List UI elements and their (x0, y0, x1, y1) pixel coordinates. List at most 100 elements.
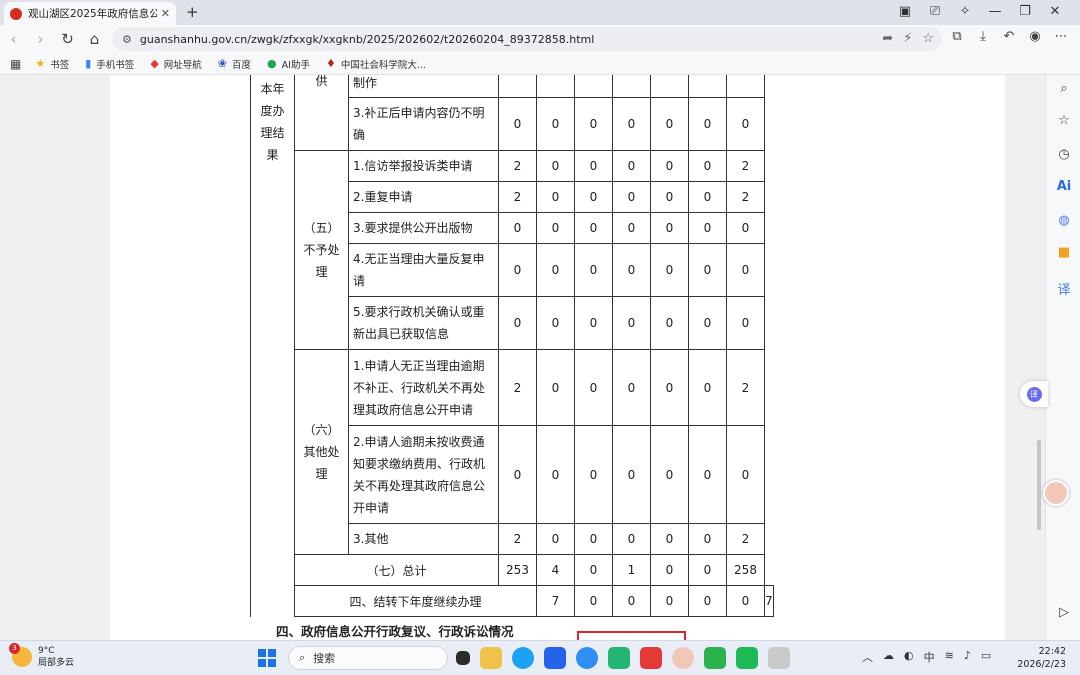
cell-value: 253 (498, 554, 537, 586)
assistant-avatar[interactable] (1043, 480, 1069, 506)
cell-value: 0 (650, 181, 689, 213)
tool-icon[interactable] (768, 647, 790, 669)
minimize-button[interactable]: — (980, 2, 1010, 22)
edge-icon[interactable] (512, 647, 534, 669)
volume-icon[interactable]: ♪ (964, 649, 971, 665)
restore-button[interactable]: ❐ (1010, 2, 1040, 22)
cell-value: 0 (498, 425, 537, 524)
cloud-icon[interactable]: ☁ (883, 649, 894, 665)
close-window-button[interactable]: ✕ (1040, 2, 1070, 22)
cell-value: 258 (726, 554, 765, 586)
forward-button[interactable]: › (27, 30, 54, 48)
file-explorer-icon[interactable] (480, 647, 502, 669)
table-row: 本年 度办 理结 果 供 制作 (250, 75, 774, 617)
store-icon[interactable] (544, 647, 566, 669)
cell-value: 4 (536, 554, 575, 586)
download-icon[interactable]: ⤓ (970, 29, 996, 44)
site-info-icon[interactable]: ⚙ (122, 33, 132, 46)
search-icon[interactable]: ⌕ (1054, 81, 1074, 96)
share-icon[interactable]: ➦ (882, 31, 893, 46)
back-button[interactable]: ‹ (0, 30, 27, 48)
cell-value: 0 (612, 349, 651, 426)
section-heading: 四、政府信息公开行政复议、行政诉讼情况 (276, 624, 514, 639)
reload-button[interactable]: ↻ (54, 30, 81, 48)
security-icon[interactable]: ◐ (904, 649, 914, 665)
carryover-label: 四、结转下年度继续办理 (294, 585, 537, 617)
cell-value: 0 (688, 243, 727, 297)
mobile-icon[interactable]: ⎚ (920, 2, 950, 22)
subgroup-label-supply: 供 (294, 75, 349, 151)
cell-value: 0 (726, 425, 765, 524)
bookmark-item[interactable]: ● AI助手 (267, 57, 310, 71)
cell-value: 0 (574, 97, 613, 151)
start-button[interactable] (258, 649, 276, 667)
profile-icon[interactable]: ◉ (1022, 29, 1048, 44)
cell-value: 0 (726, 243, 765, 297)
taskbar-search[interactable]: ⌕ 搜索 (288, 646, 448, 670)
table-row-total: （七）总计 253 4 0 1 0 0 258 (251, 554, 774, 586)
cell-value: 0 (536, 181, 575, 213)
apps-grid-icon[interactable]: ▦ (10, 57, 21, 71)
browser-icon[interactable] (576, 647, 598, 669)
tab-active[interactable]: 观山湖区2025年政府信息公开工 ✕ (4, 2, 176, 25)
bookmark-item[interactable]: ▮ 手机书签 (85, 57, 134, 71)
table-body: 本年 度办 理结 果 供 制作 3.补正后申请内容仍不明确 0 0 0 0 0 … (250, 75, 774, 617)
bookmark-item[interactable]: ◆ 网址导航 (150, 57, 201, 71)
ai-assistant-icon[interactable]: Ai (1054, 179, 1074, 194)
wechat-icon[interactable] (704, 647, 726, 669)
undo-icon[interactable]: ↶ (996, 29, 1022, 44)
row-label: 1.申请人无正当理由逾期不补正、行政机关不再处理其政府信息公开申请 (348, 349, 499, 426)
clock[interactable]: 22:42 2026/2/23 (1017, 645, 1066, 671)
row-label: 1.信访举报投诉类申请 (348, 150, 499, 182)
chat-icon[interactable] (736, 647, 758, 669)
cell-value: 2 (726, 349, 765, 426)
bookmark-item[interactable]: ★ 书签 (35, 57, 69, 71)
weather-widget[interactable]: 3 9°C 局部多云 (9, 643, 74, 669)
star-icon: ★ (35, 57, 46, 70)
row-label: 4.无正当理由大量反复申请 (348, 243, 499, 297)
toolbox-icon[interactable]: ■ (1054, 245, 1074, 260)
game-icon[interactable]: ◍ (1054, 213, 1074, 228)
weather-icon: 3 (9, 643, 32, 667)
cell-value: 0 (650, 212, 689, 244)
clock-time: 22:42 (1038, 646, 1066, 657)
assistant-app-icon[interactable] (672, 647, 694, 669)
history-icon[interactable]: ◷ (1054, 147, 1074, 162)
translate-icon[interactable]: 译 (1054, 279, 1074, 298)
bookmark-item[interactable]: ♦ 中国社会科学院大... (326, 57, 426, 71)
new-tab-button[interactable]: + (186, 3, 199, 21)
cell-value: 0 (650, 554, 689, 586)
wifi-icon[interactable]: ≋ (945, 649, 954, 665)
task-view-icon[interactable] (456, 651, 470, 665)
close-tab-icon[interactable]: ✕ (161, 7, 170, 20)
battery-icon[interactable]: ▭ (981, 649, 991, 665)
extensions-icon[interactable]: ⧉ (944, 29, 970, 44)
scrollbar-thumb[interactable] (1037, 440, 1041, 530)
page-viewport: 本年 度办 理结 果 供 制作 3.补正后申请内容仍不明确 0 0 0 0 0 … (0, 75, 1045, 640)
bookmark-item[interactable]: ❀ 百度 (218, 57, 251, 71)
favorites-icon[interactable]: ☆ (1054, 113, 1074, 128)
cell-value: 0 (574, 554, 613, 586)
cell-value: 0 (688, 97, 727, 151)
bookmark-app-icon[interactable] (608, 647, 630, 669)
ime-indicator[interactable]: 中 (924, 649, 935, 665)
wps-icon[interactable] (640, 647, 662, 669)
cell-value: 0 (688, 181, 727, 213)
extension-icon[interactable]: ✧ (950, 2, 980, 22)
cell-value: 0 (650, 243, 689, 297)
row-label: 2.申请人逾期未按收费通知要求缴纳费用、行政机关不再处理其政府信息公开申请 (348, 425, 499, 524)
collapse-sidebar-icon[interactable]: ▷ (1054, 605, 1074, 620)
tab-search-icon[interactable]: ▣ (890, 2, 920, 22)
cell-value: 0 (688, 150, 727, 182)
home-button[interactable]: ⌂ (81, 30, 108, 48)
cell-value: 0 (726, 97, 765, 151)
cell-value: 0 (536, 150, 575, 182)
favorite-star-icon[interactable]: ☆ (922, 31, 934, 46)
translate-float-button[interactable]: 译 (1020, 381, 1048, 407)
cell-value: 0 (688, 296, 727, 350)
cell-value: 0 (574, 523, 613, 555)
speed-icon[interactable]: ⚡ (903, 31, 912, 46)
chevron-up-icon[interactable]: ︿ (862, 649, 873, 665)
address-bar[interactable]: ⚙ guanshanhu.gov.cn/zwgk/zfxxgk/xxgknb/2… (112, 27, 942, 51)
more-menu-icon[interactable]: ⋯ (1048, 29, 1074, 44)
